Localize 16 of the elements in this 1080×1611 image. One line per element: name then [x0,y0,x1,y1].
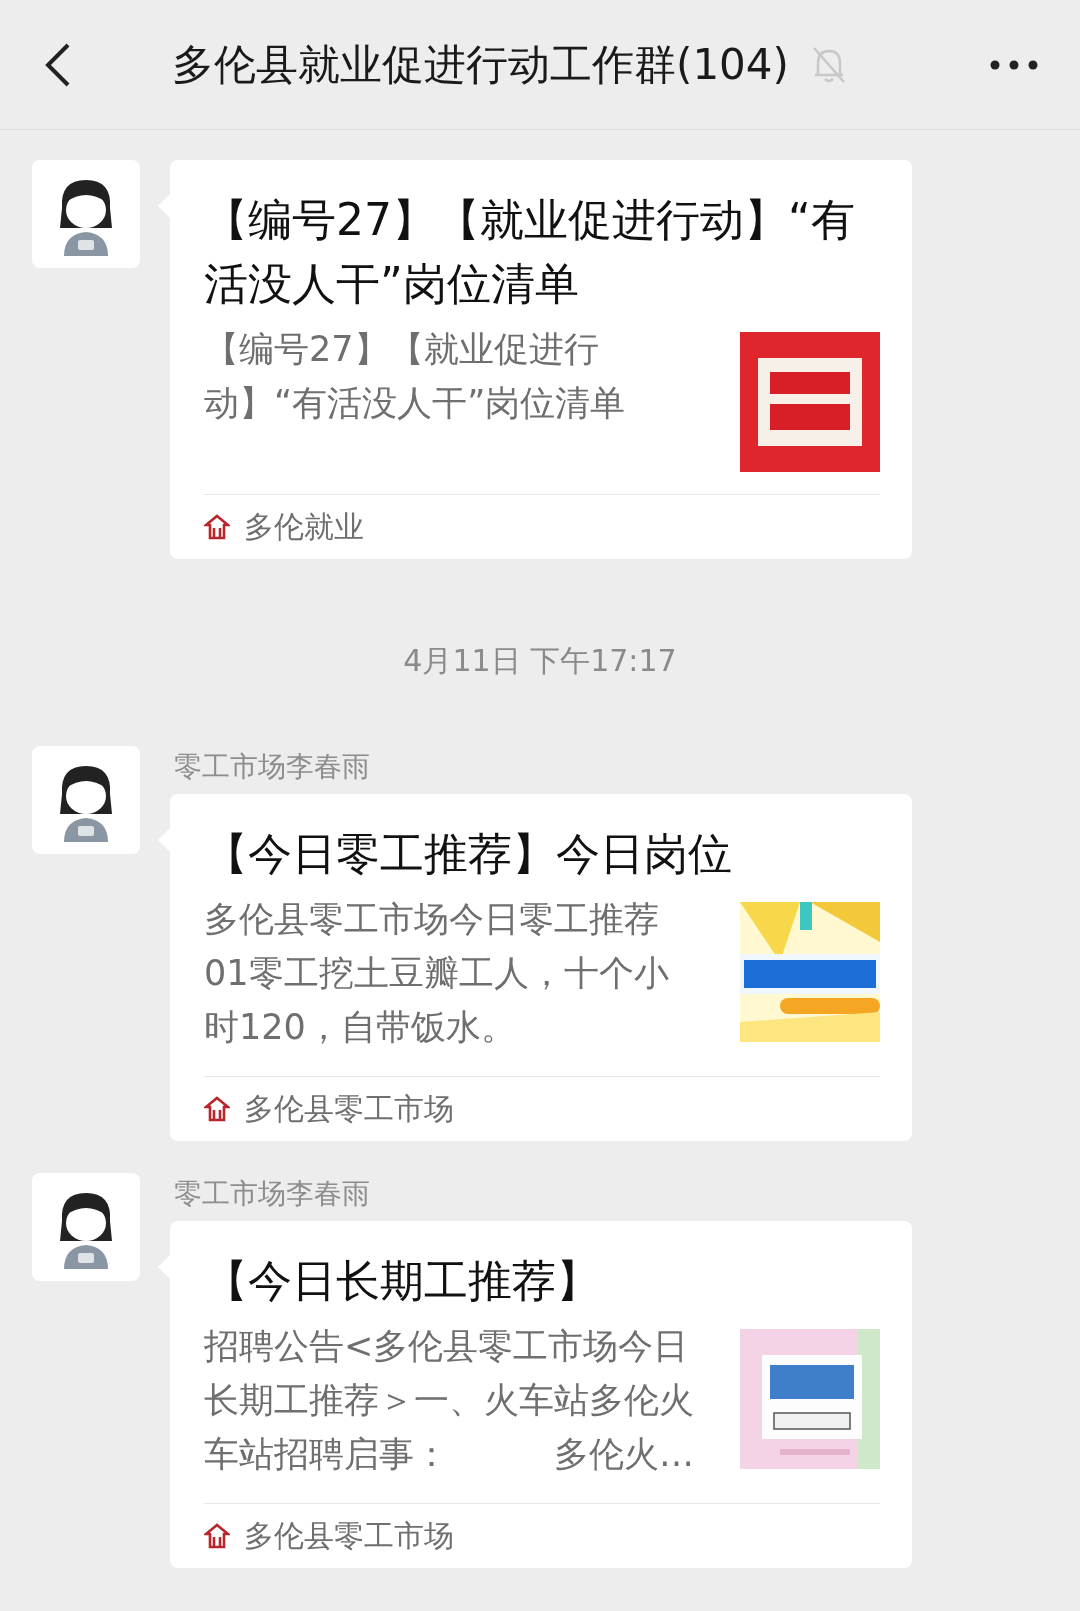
chat-title: 多伦县就业促进行动工作群(104) [172,38,789,91]
article-title: 【今日长期工推荐】 [204,1254,601,1308]
article-card[interactable]: 【今日零工推荐】今日岗位 多伦县零工市场今日零工推荐01零工挖土豆瓣工人，十个小时120，自带饭水。 多伦县零工市场 [170,794,912,1141]
source-name: 多伦就业 [244,507,364,546]
timestamp: 4月11日 下午17:17 [402,642,678,680]
article-summary: 招聘公告<多伦县零工市场今日长期工推荐＞一、火车站多伦火车站招聘启事： 多伦火… [204,1325,694,1476]
source-name: 多伦县零工市场 [244,1089,454,1128]
sender-name: 零工市场李春雨 [174,749,371,785]
article-title: 【编号27】【就业促进行动】“有活没人干”岗位清单 [204,193,856,311]
sender-name: 零工市场李春雨 [174,1176,371,1212]
article-card[interactable]: 【今日长期工推荐】 招聘公告<多伦县零工市场今日长期工推荐＞一、火车站多伦火车站招聘启事： 多伦火… 多伦县零工市场 [170,1221,912,1568]
article-title: 【今日零工推荐】今日岗位 [204,827,733,881]
article-summary: 【编号27】【就业促进行动】“有活没人干”岗位清单 [204,328,627,425]
article-summary: 多伦县零工市场今日零工推荐01零工挖土豆瓣工人，十个小时120，自带饭水。 [204,898,670,1049]
article-card[interactable]: 【编号27】【就业促进行动】“有活没人干”岗位清单 【编号27】【就业促进行动】“有活没人干”岗位清单 多伦就业 [170,160,912,559]
source-name: 多伦县零工市场 [244,1516,454,1555]
